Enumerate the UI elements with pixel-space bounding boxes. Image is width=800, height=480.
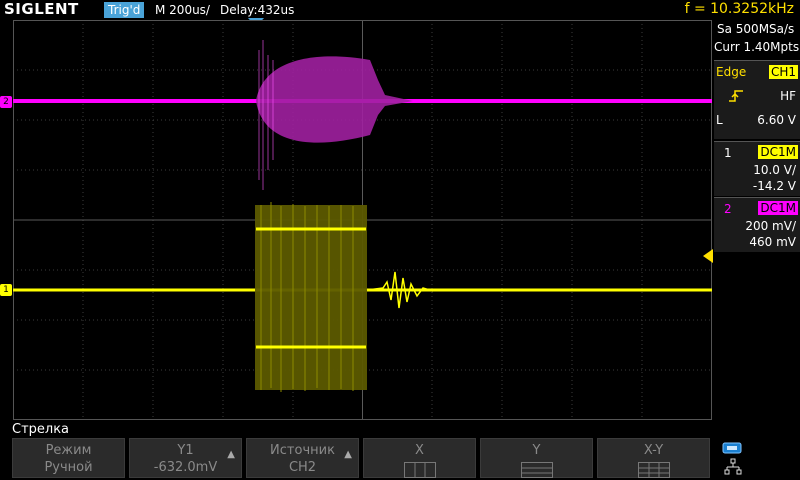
ch1-info-box[interactable]: 1 DC1M 10.0 V/ -14.2 V — [714, 141, 800, 196]
ch1-number: 1 — [724, 146, 732, 160]
ch1-scale: 10.0 V/ — [753, 163, 796, 177]
softkey-source[interactable]: Источник CH2 ▲ — [246, 438, 359, 478]
xy-cursor-icon — [637, 462, 670, 478]
waveform-display[interactable] — [13, 20, 712, 420]
softkey-mode-label: Режим — [45, 443, 92, 458]
softkey-x-label: X — [415, 443, 424, 458]
timebase-readout[interactable]: M 200us/ — [155, 2, 210, 18]
ch1-coupling-badge: DC1M — [758, 145, 798, 159]
softkey-y1-label: Y1 — [177, 443, 194, 458]
top-status-bar: SIGLENT Trig'd M 200us/ Delay:432us f = … — [0, 0, 800, 20]
softkey-x[interactable]: X — [363, 438, 476, 478]
knob-adjust-icon: ▲ — [227, 449, 235, 460]
softkey-y1-value: -632.0mV — [153, 460, 218, 475]
softkey-xy-label: X-Y — [643, 443, 664, 458]
sample-rate: Sa 500MSa/s — [717, 22, 795, 36]
trigger-coupling: HF — [780, 89, 796, 103]
ch1-waveform — [13, 202, 712, 392]
trigger-info-box[interactable]: Edge CH1 HF L 6.60 V — [714, 60, 800, 139]
softkey-mode[interactable]: Режим Ручной — [12, 438, 125, 478]
delay-readout[interactable]: Delay:432us — [220, 2, 294, 18]
softkey-source-label: Источник — [270, 443, 335, 458]
ch2-number: 2 — [724, 202, 732, 216]
trigger-source-badge: CH1 — [768, 65, 798, 79]
network-icon — [724, 458, 742, 475]
frequency-readout: f = 10.3252kHz — [684, 1, 794, 17]
ch2-scale: 200 mV/ — [745, 219, 796, 233]
graticule — [13, 20, 712, 420]
softkey-y-label: Y — [532, 443, 541, 458]
ch2-marker[interactable]: 2 — [0, 96, 12, 108]
ch2-coupling-badge: DC1M — [758, 201, 798, 215]
x-cursor-icon — [403, 462, 436, 478]
trigger-level-value: 6.60 V — [757, 113, 796, 127]
ch1-offset: -14.2 V — [752, 179, 796, 193]
usb-status-icon — [722, 442, 742, 454]
ch2-offset: 460 mV — [749, 235, 796, 249]
trigger-level-label: L — [716, 113, 723, 127]
softkey-y[interactable]: Y — [480, 438, 593, 478]
softkey-source-value: CH2 — [288, 460, 317, 475]
softkey-xy[interactable]: X-Y — [597, 438, 710, 478]
ch1-marker[interactable]: 1 — [0, 284, 12, 296]
knob-adjust-icon: ▲ — [344, 449, 352, 460]
brand-logo: SIGLENT — [4, 0, 79, 18]
trigger-status-badge: Trig'd — [104, 2, 145, 18]
ch2-info-box[interactable]: 2 DC1M 200 mV/ 460 mV — [714, 197, 800, 252]
y-cursor-icon — [520, 462, 553, 478]
rising-edge-icon — [729, 90, 743, 102]
menu-title: Стрелка — [12, 422, 70, 437]
softkey-mode-value: Ручной — [44, 460, 93, 475]
memory-depth: Curr 1.40Mpts — [714, 40, 800, 54]
softkey-y1[interactable]: Y1 -632.0mV ▲ — [129, 438, 242, 478]
trigger-type: Edge — [716, 65, 747, 79]
